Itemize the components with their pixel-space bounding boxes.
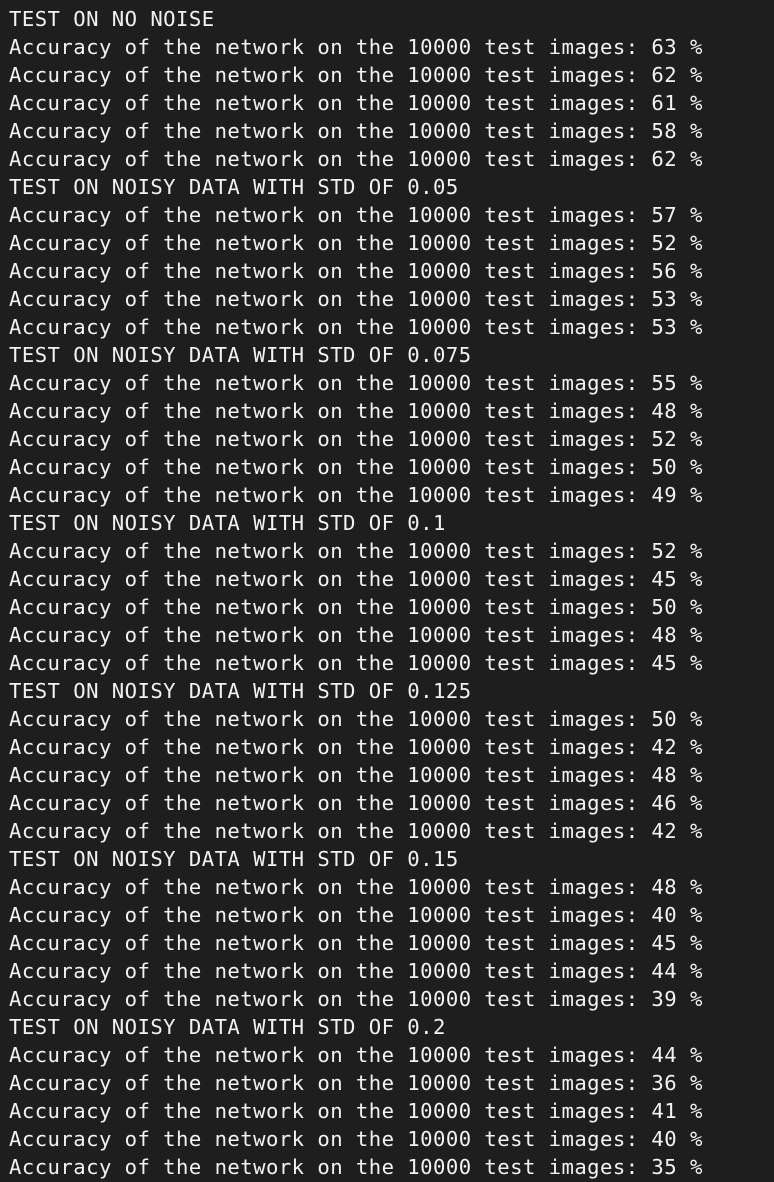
accuracy-line: Accuracy of the network on the 10000 tes… <box>9 595 703 619</box>
section-header-line: TEST ON NOISY DATA WITH STD OF 0.125 <box>9 679 472 703</box>
accuracy-line: Accuracy of the network on the 10000 tes… <box>9 231 703 255</box>
accuracy-line: Accuracy of the network on the 10000 tes… <box>9 287 703 311</box>
accuracy-line: Accuracy of the network on the 10000 tes… <box>9 147 703 171</box>
accuracy-line: Accuracy of the network on the 10000 tes… <box>9 763 703 787</box>
accuracy-line: Accuracy of the network on the 10000 tes… <box>9 427 703 451</box>
accuracy-line: Accuracy of the network on the 10000 tes… <box>9 483 703 507</box>
accuracy-line: Accuracy of the network on the 10000 tes… <box>9 455 703 479</box>
accuracy-line: Accuracy of the network on the 10000 tes… <box>9 371 703 395</box>
section-header-line: TEST ON NOISY DATA WITH STD OF 0.1 <box>9 511 446 535</box>
accuracy-line: Accuracy of the network on the 10000 tes… <box>9 315 703 339</box>
accuracy-line: Accuracy of the network on the 10000 tes… <box>9 623 703 647</box>
accuracy-line: Accuracy of the network on the 10000 tes… <box>9 399 703 423</box>
accuracy-line: Accuracy of the network on the 10000 tes… <box>9 259 703 283</box>
accuracy-line: Accuracy of the network on the 10000 tes… <box>9 35 703 59</box>
accuracy-line: Accuracy of the network on the 10000 tes… <box>9 735 703 759</box>
accuracy-line: Accuracy of the network on the 10000 tes… <box>9 819 703 843</box>
accuracy-line: Accuracy of the network on the 10000 tes… <box>9 91 703 115</box>
accuracy-line: Accuracy of the network on the 10000 tes… <box>9 63 703 87</box>
accuracy-line: Accuracy of the network on the 10000 tes… <box>9 931 703 955</box>
accuracy-line: Accuracy of the network on the 10000 tes… <box>9 707 703 731</box>
section-header-line: TEST ON NOISY DATA WITH STD OF 0.075 <box>9 343 472 367</box>
accuracy-line: Accuracy of the network on the 10000 tes… <box>9 651 703 675</box>
accuracy-line: Accuracy of the network on the 10000 tes… <box>9 1127 703 1151</box>
section-header-line: TEST ON NOISY DATA WITH STD OF 0.05 <box>9 175 459 199</box>
accuracy-line: Accuracy of the network on the 10000 tes… <box>9 203 703 227</box>
accuracy-line: Accuracy of the network on the 10000 tes… <box>9 987 703 1011</box>
terminal-output: TEST ON NO NOISE Accuracy of the network… <box>0 0 774 1182</box>
accuracy-line: Accuracy of the network on the 10000 tes… <box>9 959 703 983</box>
section-header-line: TEST ON NOISY DATA WITH STD OF 0.2 <box>9 1015 446 1039</box>
accuracy-line: Accuracy of the network on the 10000 tes… <box>9 1043 703 1067</box>
accuracy-line: Accuracy of the network on the 10000 tes… <box>9 1155 703 1179</box>
accuracy-line: Accuracy of the network on the 10000 tes… <box>9 1071 703 1095</box>
section-header-line: TEST ON NO NOISE <box>9 7 215 31</box>
accuracy-line: Accuracy of the network on the 10000 tes… <box>9 539 703 563</box>
accuracy-line: Accuracy of the network on the 10000 tes… <box>9 119 703 143</box>
accuracy-line: Accuracy of the network on the 10000 tes… <box>9 567 703 591</box>
accuracy-line: Accuracy of the network on the 10000 tes… <box>9 875 703 899</box>
accuracy-line: Accuracy of the network on the 10000 tes… <box>9 1099 703 1123</box>
accuracy-line: Accuracy of the network on the 10000 tes… <box>9 903 703 927</box>
accuracy-line: Accuracy of the network on the 10000 tes… <box>9 791 703 815</box>
section-header-line: TEST ON NOISY DATA WITH STD OF 0.15 <box>9 847 459 871</box>
